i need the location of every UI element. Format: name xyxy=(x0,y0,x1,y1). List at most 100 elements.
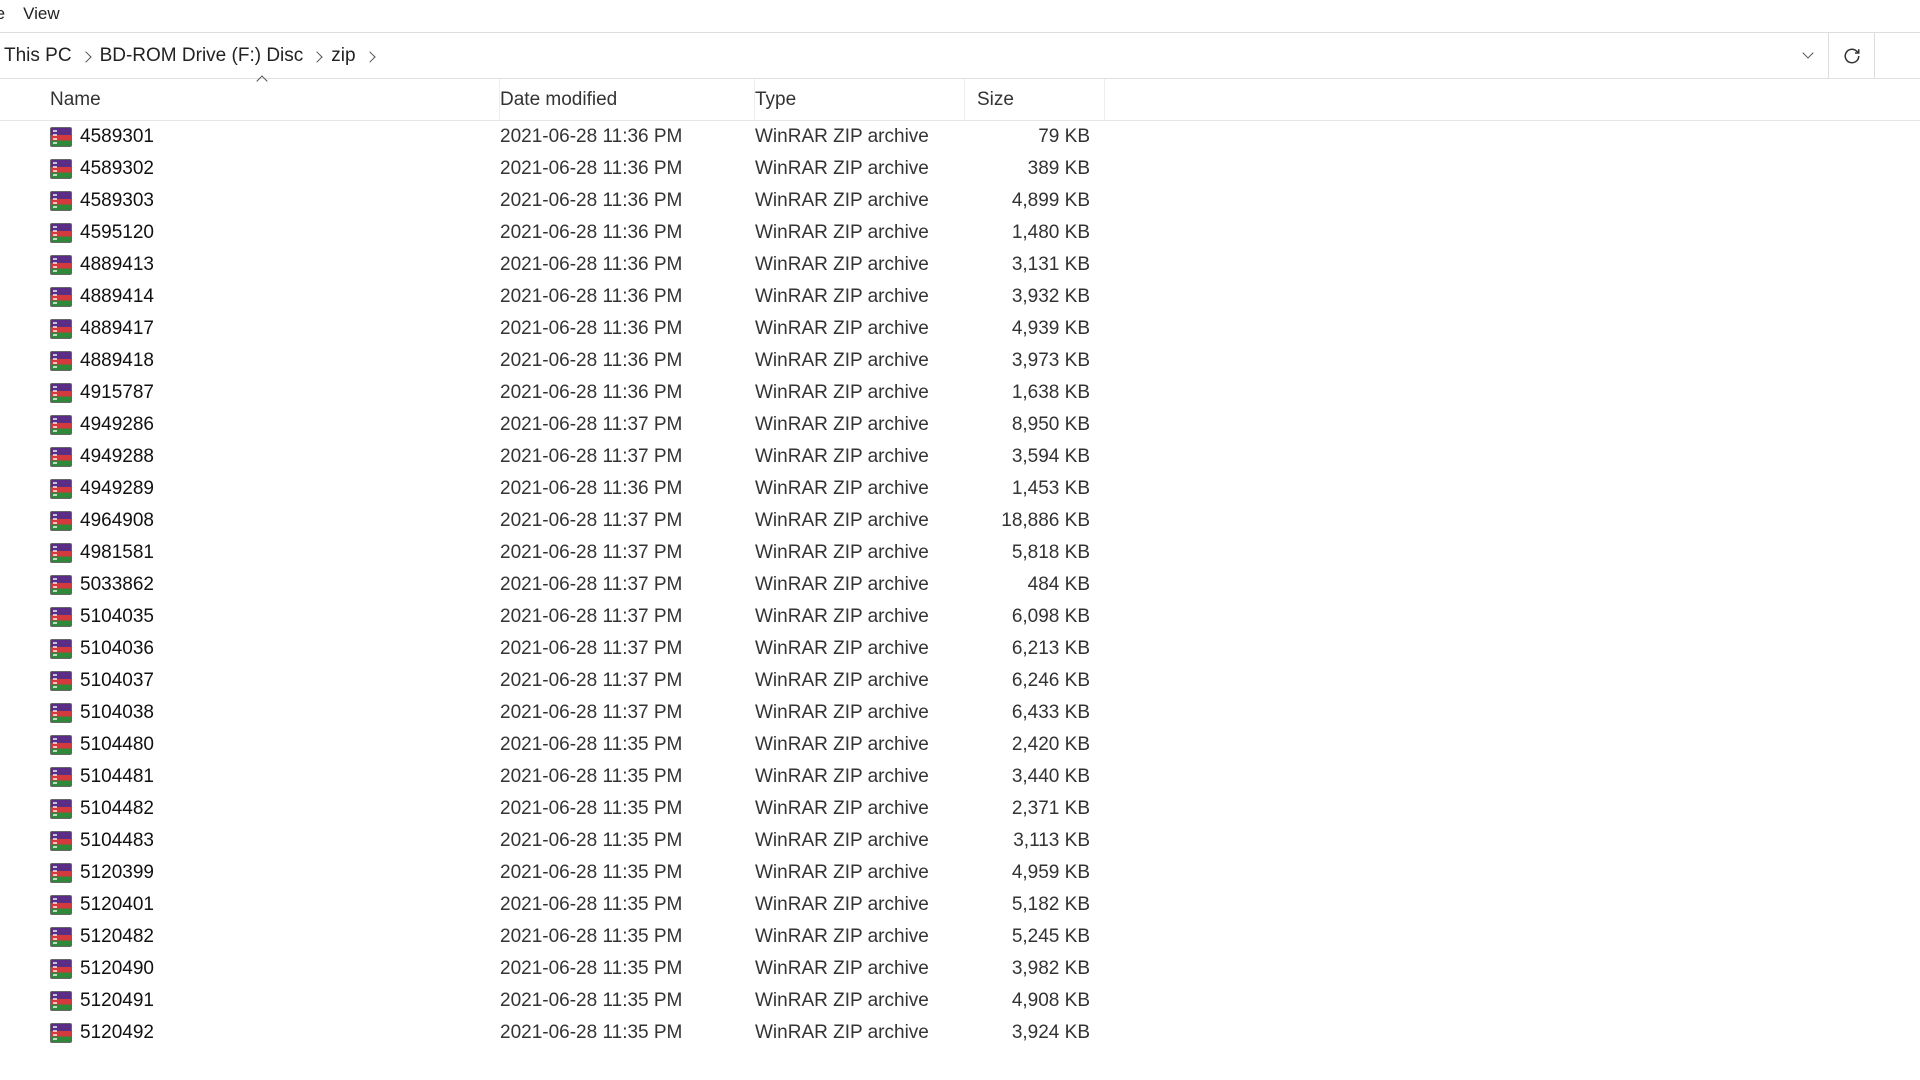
file-name: 5104036 xyxy=(80,638,154,660)
file-row[interactable]: 51203992021-06-28 11:35 PMWinRAR ZIP arc… xyxy=(0,857,1920,889)
file-type: WinRAR ZIP archive xyxy=(755,926,965,948)
file-name: 4589301 xyxy=(80,126,154,148)
file-size: 4,908 KB xyxy=(965,990,1105,1012)
file-size: 18,886 KB xyxy=(965,510,1105,532)
zip-archive-icon xyxy=(50,287,72,307)
file-date: 2021-06-28 11:37 PM xyxy=(500,414,755,436)
file-row[interactable]: 49649082021-06-28 11:37 PMWinRAR ZIP arc… xyxy=(0,505,1920,537)
zip-archive-icon xyxy=(50,607,72,627)
file-date: 2021-06-28 11:35 PM xyxy=(500,830,755,852)
file-date: 2021-06-28 11:37 PM xyxy=(500,606,755,628)
chevron-right-icon[interactable] xyxy=(313,45,321,67)
file-date: 2021-06-28 11:35 PM xyxy=(500,990,755,1012)
file-row[interactable]: 49157872021-06-28 11:36 PMWinRAR ZIP arc… xyxy=(0,377,1920,409)
file-size: 3,594 KB xyxy=(965,446,1105,468)
sort-ascending-icon xyxy=(258,73,266,88)
file-row[interactable]: 45893022021-06-28 11:36 PMWinRAR ZIP arc… xyxy=(0,153,1920,185)
file-type: WinRAR ZIP archive xyxy=(755,318,965,340)
file-size: 1,453 KB xyxy=(965,478,1105,500)
column-header-name[interactable]: Name xyxy=(0,79,500,120)
file-row[interactable]: 51204012021-06-28 11:35 PMWinRAR ZIP arc… xyxy=(0,889,1920,921)
file-type: WinRAR ZIP archive xyxy=(755,286,965,308)
file-name: 4949286 xyxy=(80,414,154,436)
file-row[interactable]: 49492862021-06-28 11:37 PMWinRAR ZIP arc… xyxy=(0,409,1920,441)
file-row[interactable]: 51044832021-06-28 11:35 PMWinRAR ZIP arc… xyxy=(0,825,1920,857)
zip-archive-icon xyxy=(50,415,72,435)
file-name: 5120401 xyxy=(80,894,154,916)
menu-bar: re View xyxy=(0,0,1920,33)
address-history-dropdown[interactable] xyxy=(1788,48,1828,64)
file-type: WinRAR ZIP archive xyxy=(755,670,965,692)
file-type: WinRAR ZIP archive xyxy=(755,542,965,564)
chevron-right-icon[interactable] xyxy=(82,45,90,67)
file-type: WinRAR ZIP archive xyxy=(755,862,965,884)
refresh-button[interactable] xyxy=(1828,33,1874,78)
file-row[interactable]: 51044822021-06-28 11:35 PMWinRAR ZIP arc… xyxy=(0,793,1920,825)
zip-archive-icon xyxy=(50,895,72,915)
column-header-date[interactable]: Date modified xyxy=(500,79,755,120)
file-date: 2021-06-28 11:36 PM xyxy=(500,350,755,372)
file-type: WinRAR ZIP archive xyxy=(755,126,965,148)
file-date: 2021-06-28 11:36 PM xyxy=(500,254,755,276)
file-row[interactable]: 45893032021-06-28 11:36 PMWinRAR ZIP arc… xyxy=(0,185,1920,217)
file-name: 4981581 xyxy=(80,542,154,564)
zip-archive-icon xyxy=(50,703,72,723)
file-row[interactable]: 4889413 2021-06-28 11:36 PMWinRAR ZIP arc… xyxy=(0,249,1920,281)
file-name: 5120492 xyxy=(80,1022,154,1044)
menu-share[interactable]: re xyxy=(0,2,23,26)
file-type: WinRAR ZIP archive xyxy=(755,350,965,372)
file-row[interactable]: 51204912021-06-28 11:35 PMWinRAR ZIP arc… xyxy=(0,985,1920,1017)
file-date: 2021-06-28 11:37 PM xyxy=(500,542,755,564)
file-name: 5104480 xyxy=(80,734,154,756)
breadcrumb-drive[interactable]: BD-ROM Drive (F:) Disc xyxy=(98,45,306,67)
file-name: 5104481 xyxy=(80,766,154,788)
file-row[interactable]: 45893012021-06-28 11:36 PMWinRAR ZIP arc… xyxy=(0,121,1920,153)
file-date: 2021-06-28 11:37 PM xyxy=(500,446,755,468)
zip-archive-icon xyxy=(50,127,72,147)
file-name: 4889413 xyxy=(80,254,154,276)
file-row[interactable]: 48894182021-06-28 11:36 PMWinRAR ZIP arc… xyxy=(0,345,1920,377)
file-row[interactable]: 51040352021-06-28 11:37 PMWinRAR ZIP arc… xyxy=(0,601,1920,633)
breadcrumb[interactable]: This PC BD-ROM Drive (F:) Disc zip xyxy=(0,45,1788,67)
file-row[interactable]: 51040362021-06-28 11:37 PMWinRAR ZIP arc… xyxy=(0,633,1920,665)
file-size: 6,213 KB xyxy=(965,638,1105,660)
file-row[interactable]: 48894172021-06-28 11:36 PMWinRAR ZIP arc… xyxy=(0,313,1920,345)
zip-archive-icon xyxy=(50,319,72,339)
address-bar-row: This PC BD-ROM Drive (F:) Disc zip xyxy=(0,33,1920,79)
file-type: WinRAR ZIP archive xyxy=(755,990,965,1012)
file-row[interactable]: 51040372021-06-28 11:37 PMWinRAR ZIP arc… xyxy=(0,665,1920,697)
file-type: WinRAR ZIP archive xyxy=(755,382,965,404)
file-type: WinRAR ZIP archive xyxy=(755,254,965,276)
file-row[interactable]: 51204922021-06-28 11:35 PMWinRAR ZIP arc… xyxy=(0,1017,1920,1049)
zip-archive-icon xyxy=(50,959,72,979)
file-size: 79 KB xyxy=(965,126,1105,148)
file-row[interactable]: 51040382021-06-28 11:37 PMWinRAR ZIP arc… xyxy=(0,697,1920,729)
file-size: 3,982 KB xyxy=(965,958,1105,980)
file-row[interactable]: 51044812021-06-28 11:35 PMWinRAR ZIP arc… xyxy=(0,761,1920,793)
file-row[interactable]: 50338622021-06-28 11:37 PMWinRAR ZIP arc… xyxy=(0,569,1920,601)
zip-archive-icon xyxy=(50,927,72,947)
zip-archive-icon xyxy=(50,543,72,563)
file-row[interactable]: 48894142021-06-28 11:36 PMWinRAR ZIP arc… xyxy=(0,281,1920,313)
chevron-right-icon[interactable] xyxy=(366,45,374,67)
file-size: 3,932 KB xyxy=(965,286,1105,308)
file-date: 2021-06-28 11:36 PM xyxy=(500,478,755,500)
column-header-size[interactable]: Size xyxy=(965,79,1105,120)
file-date: 2021-06-28 11:36 PM xyxy=(500,286,755,308)
file-row[interactable]: 45951202021-06-28 11:36 PMWinRAR ZIP arc… xyxy=(0,217,1920,249)
search-box[interactable] xyxy=(1874,33,1920,78)
file-row[interactable]: 51204822021-06-28 11:35 PMWinRAR ZIP arc… xyxy=(0,921,1920,953)
file-row[interactable]: 49492882021-06-28 11:37 PMWinRAR ZIP arc… xyxy=(0,441,1920,473)
breadcrumb-this-pc[interactable]: This PC xyxy=(2,45,74,67)
menu-view[interactable]: View xyxy=(23,2,78,26)
file-row[interactable]: 4981581 2021-06-28 11:37 PMWinRAR ZIP arc… xyxy=(0,537,1920,569)
file-row[interactable]: 49492892021-06-28 11:36 PMWinRAR ZIP arc… xyxy=(0,473,1920,505)
file-date: 2021-06-28 11:35 PM xyxy=(500,958,755,980)
breadcrumb-folder[interactable]: zip xyxy=(329,45,357,67)
file-name: 5033862 xyxy=(80,574,154,596)
file-row[interactable]: 51044802021-06-28 11:35 PMWinRAR ZIP arc… xyxy=(0,729,1920,761)
column-header-type[interactable]: Type xyxy=(755,79,965,120)
file-date: 2021-06-28 11:36 PM xyxy=(500,382,755,404)
file-type: WinRAR ZIP archive xyxy=(755,1022,965,1044)
file-row[interactable]: 51204902021-06-28 11:35 PMWinRAR ZIP arc… xyxy=(0,953,1920,985)
